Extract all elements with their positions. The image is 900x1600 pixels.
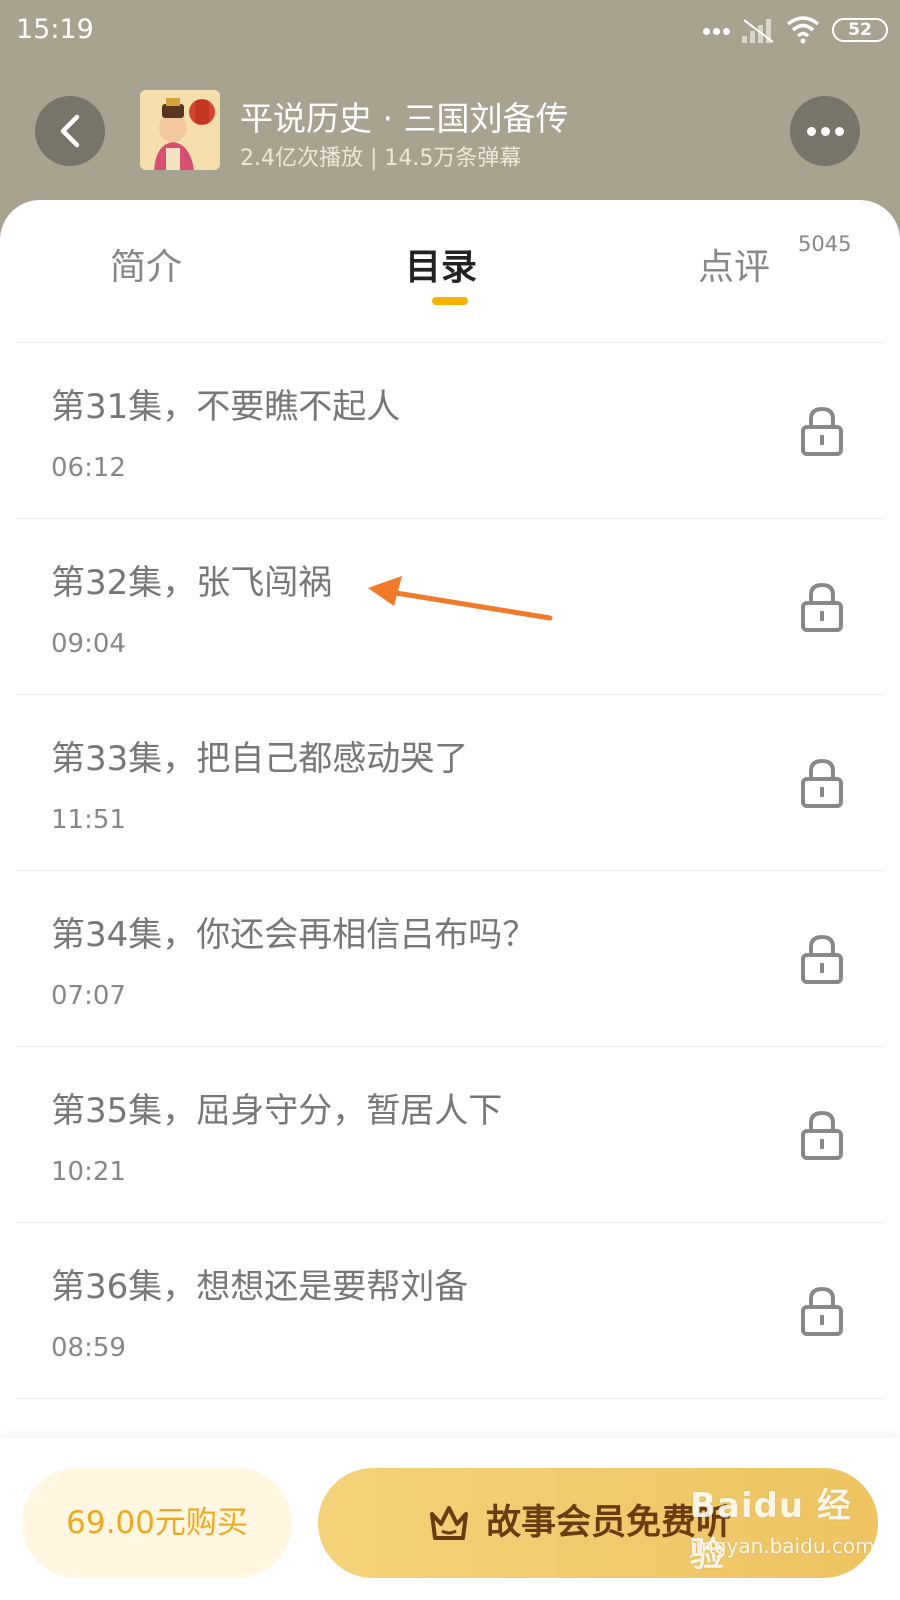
status-time: 15:19 <box>16 14 94 45</box>
active-tab-indicator <box>432 297 468 305</box>
episode-item[interactable]: 第36集，想想还是要帮刘备 08:59 <box>16 1223 884 1399</box>
lock-icon <box>801 1286 843 1336</box>
content-card: 简介 目录 点评 5045 第31集，不要瞧不起人 06:12 第32集，张飞闯… <box>0 200 900 1600</box>
episode-duration: 09:04 <box>51 629 126 659</box>
album-cover <box>140 90 220 170</box>
episode-duration: 10:21 <box>51 1157 126 1187</box>
episode-title: 第36集，想想还是要帮刘备 <box>51 1267 469 1307</box>
episode-title: 第31集，不要瞧不起人 <box>51 387 401 427</box>
episode-list: 第31集，不要瞧不起人 06:12 第32集，张飞闯祸 09:04 第33集，把… <box>0 343 900 1399</box>
episode-duration: 11:51 <box>51 805 126 835</box>
album-stats: 2.4亿次播放 | 14.5万条弹幕 <box>240 146 522 171</box>
chevron-left-icon <box>60 114 80 148</box>
album-cover-illustration <box>140 90 220 170</box>
lock-icon <box>801 582 843 632</box>
lock-icon <box>801 934 843 984</box>
tab-reviews[interactable]: 点评 <box>698 238 770 290</box>
watermark-url: jingyan.baidu.com <box>690 1534 875 1558</box>
episode-duration: 06:12 <box>51 453 126 483</box>
crown-icon <box>430 1506 468 1540</box>
episode-title: 第35集，屈身守分，暂居人下 <box>51 1091 503 1131</box>
episode-duration: 08:59 <box>51 1333 126 1363</box>
episode-title: 第32集，张飞闯祸 <box>51 563 333 603</box>
status-bar: 15:19 52 <box>0 0 900 62</box>
annotation-arrow-icon <box>368 576 553 621</box>
episode-item[interactable]: 第34集，你还会再相信吕布吗？ 07:07 <box>16 871 884 1047</box>
episode-title: 第33集，把自己都感动哭了 <box>51 739 469 779</box>
cellular-signal-icon <box>742 19 774 43</box>
more-options-button[interactable] <box>790 96 860 166</box>
episode-item[interactable]: 第31集，不要瞧不起人 06:12 <box>16 343 884 519</box>
review-count-badge: 5045 <box>798 232 852 256</box>
tab-catalog[interactable]: 目录 <box>405 238 477 290</box>
tab-intro[interactable]: 简介 <box>110 238 182 290</box>
baidu-jingyan-watermark: Baidu 经验 jingyan.baidu.com <box>690 1478 880 1588</box>
more-signal-dots-icon <box>703 28 733 38</box>
episode-item[interactable]: 第33集，把自己都感动哭了 11:51 <box>16 695 884 871</box>
album-title: 平说历史 · 三国刘备传 <box>240 99 569 138</box>
lock-icon <box>801 758 843 808</box>
episode-title: 第34集，你还会再相信吕布吗？ <box>51 915 537 955</box>
wifi-icon <box>786 16 820 44</box>
lock-icon <box>801 406 843 456</box>
battery-indicator: 52 <box>832 18 888 42</box>
buy-button[interactable]: 69.00元购买 <box>22 1468 292 1578</box>
lock-icon <box>801 1110 843 1160</box>
back-button[interactable] <box>35 96 105 166</box>
watermark-logo: Baidu 经验 <box>690 1486 852 1575</box>
episode-item[interactable]: 第35集，屈身守分，暂居人下 10:21 <box>16 1047 884 1223</box>
episode-duration: 07:07 <box>51 981 126 1011</box>
